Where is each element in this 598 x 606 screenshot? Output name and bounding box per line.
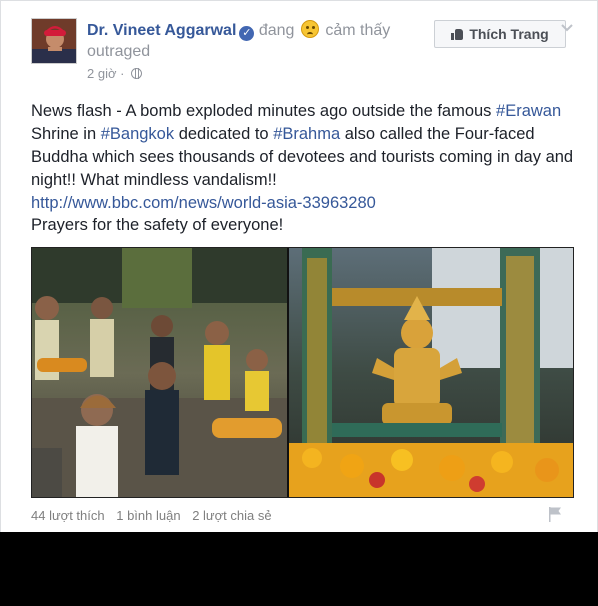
post-stats: 44 lượt thích 1 bình luận 2 lượt chia sẻ <box>31 508 280 523</box>
post-card: Dr. Vineet Aggarwal ✓ đang cảm thấy outra… <box>20 8 586 532</box>
feeling-prefix: đang <box>258 22 295 39</box>
chevron-down-icon[interactable] <box>560 22 574 34</box>
article-link[interactable]: http://www.bbc.com/news/world-asia-33963… <box>31 192 376 214</box>
post-photo[interactable] <box>31 247 574 498</box>
comments-count[interactable]: 1 bình luận <box>116 508 180 523</box>
hashtag-brahma[interactable]: #Brahma <box>273 125 340 143</box>
shares-count[interactable]: 2 lượt chia sẻ <box>192 508 271 523</box>
verified-badge-icon: ✓ <box>239 26 255 41</box>
author-name[interactable]: Dr. Vineet Aggarwal <box>87 22 236 39</box>
like-page-label: Thích Trang <box>469 26 549 42</box>
post-text-part: News flash - A bomb exploded minutes ago… <box>31 102 497 120</box>
likes-count[interactable]: 44 lượt thích <box>31 508 105 523</box>
prayer-text: Prayers for the safety of everyone! <box>31 216 284 234</box>
hashtag-bangkok[interactable]: #Bangkok <box>101 125 174 143</box>
hashtag-erawan[interactable]: #Erawan <box>496 102 561 120</box>
meta-separator: · <box>120 66 125 81</box>
post-meta: 2 giờ · <box>87 66 143 81</box>
author-avatar[interactable] <box>31 18 77 64</box>
like-page-button[interactable]: Thích Trang <box>434 20 566 48</box>
angry-face-icon <box>300 20 319 38</box>
black-bottom-bar <box>0 532 598 606</box>
globe-icon[interactable] <box>131 68 143 79</box>
post-header: Dr. Vineet Aggarwal ✓ đang cảm thấy outra… <box>87 20 427 62</box>
post-body-text: News flash - A bomb exploded minutes ago… <box>31 100 575 192</box>
flag-icon[interactable] <box>548 506 562 522</box>
post-timestamp[interactable]: 2 giờ <box>87 66 117 81</box>
thumbs-up-icon <box>451 28 464 40</box>
post-text-part: Shrine in <box>31 125 101 143</box>
post-text-part: dedicated to <box>174 125 274 143</box>
